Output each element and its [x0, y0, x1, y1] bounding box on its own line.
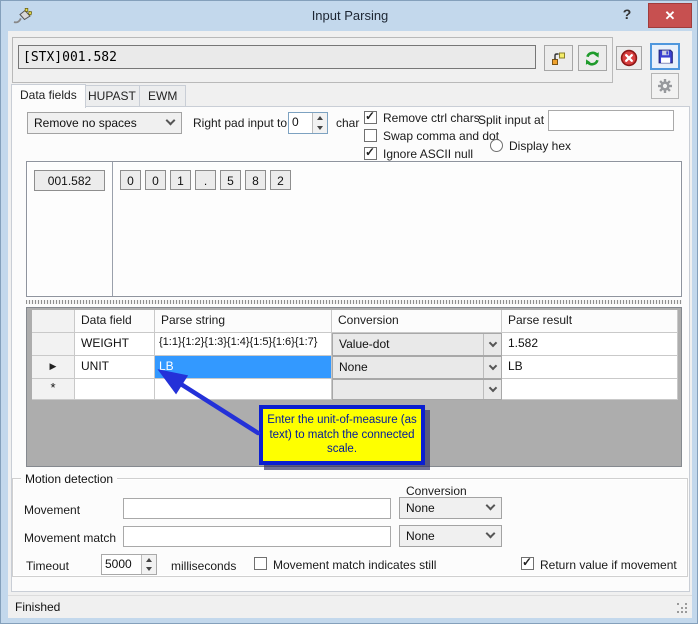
row-header[interactable] — [32, 333, 75, 356]
tab-ewm[interactable]: EWM — [139, 85, 187, 107]
gear-icon — [658, 79, 672, 93]
save-icon — [658, 49, 673, 64]
cell-parse-result[interactable] — [502, 379, 678, 400]
right-pad-label: Right pad input to — [193, 116, 288, 130]
motion-conversion-label: Conversion — [406, 484, 467, 498]
preview-divider — [112, 162, 113, 296]
cell-parse-result[interactable]: 1.582 — [502, 333, 678, 356]
ignore-ascii-null-label: Ignore ASCII null — [383, 147, 474, 161]
stepper-up-icon[interactable] — [313, 113, 327, 123]
refresh-icon — [585, 51, 599, 66]
tab-data-fields[interactable]: Data fields — [11, 84, 86, 108]
spaces-dropdown[interactable]: Remove no spaces — [27, 112, 182, 134]
column-header-data-field[interactable]: Data field — [75, 310, 155, 333]
timeout-label: Timeout — [26, 559, 69, 573]
check-icon: ✓ — [365, 109, 376, 123]
motion-detection-title: Motion detection — [21, 472, 118, 486]
cell-parse-string[interactable]: {1:1}{1:2}{1:3}{1:4}{1:5}{1:6}{1:7} — [155, 333, 332, 356]
parse-preview-panel: 001.582 0 0 1 . 5 8 2 — [26, 161, 682, 297]
spaces-dropdown-value: Remove no spaces — [34, 116, 137, 130]
resize-grip-icon[interactable] — [677, 603, 688, 614]
parse-transfer-button[interactable] — [544, 45, 573, 71]
char-button-4[interactable]: 5 — [220, 170, 241, 190]
milliseconds-label: milliseconds — [171, 559, 237, 573]
char-button-1[interactable]: 0 — [145, 170, 166, 190]
return-value-checkbox[interactable]: ✓ — [521, 555, 534, 570]
char-button-0[interactable]: 0 — [120, 170, 141, 190]
column-header-conversion[interactable]: Conversion — [332, 310, 502, 333]
movement-label: Movement — [24, 503, 81, 517]
input-parsing-window: Input Parsing ? ✕ [STX]001.582 Data fiel… — [0, 0, 698, 624]
split-input-field[interactable] — [548, 110, 674, 131]
column-header-parse-string[interactable]: Parse string — [155, 310, 332, 333]
movement-match-conversion-dropdown[interactable]: None — [399, 525, 502, 547]
cell-data-field[interactable] — [75, 379, 155, 400]
timeout-value: 5000 — [105, 557, 132, 571]
return-value-label: Return value if movement — [540, 558, 677, 572]
chevron-down-icon — [485, 528, 496, 539]
movement-still-checkbox[interactable]: ✓ — [254, 557, 267, 570]
movement-conversion-dropdown[interactable]: None — [399, 497, 502, 519]
settings-button[interactable] — [651, 73, 679, 99]
movement-match-label: Movement match — [24, 531, 117, 545]
help-button[interactable]: ? — [617, 6, 637, 26]
column-header-selector[interactable] — [32, 310, 75, 333]
current-row-indicator[interactable]: ▶ — [32, 356, 75, 379]
chevron-down-icon — [485, 500, 496, 511]
swap-comma-dot-label: Swap comma and dot — [383, 129, 500, 143]
char-button-5[interactable]: 8 — [245, 170, 266, 190]
display-hex-label: Display hex — [509, 139, 572, 153]
save-button[interactable] — [650, 43, 680, 70]
remove-ctrl-chars-label: Remove ctrl chars — [383, 111, 480, 125]
splitter-handle[interactable] — [26, 300, 682, 304]
title-bar[interactable]: Input Parsing ? ✕ — [1, 1, 697, 31]
refresh-button[interactable] — [578, 45, 607, 71]
cell-data-field[interactable]: UNIT — [75, 356, 155, 379]
new-row-indicator[interactable]: * — [32, 379, 75, 400]
close-button[interactable]: ✕ — [648, 3, 692, 28]
char-button-6[interactable]: 2 — [270, 170, 291, 190]
cell-parse-string-selected[interactable]: LB — [155, 356, 332, 379]
timeout-stepper[interactable]: 5000 — [101, 554, 157, 575]
stepper-down-icon[interactable] — [142, 564, 156, 574]
cell-parse-string[interactable] — [155, 379, 332, 400]
cell-parse-result[interactable]: LB — [502, 356, 678, 379]
cell-conversion-dropdown[interactable]: None — [332, 356, 502, 379]
tab-hupast[interactable]: HUPAST — [79, 85, 145, 107]
split-input-label: Split input at — [478, 113, 545, 127]
full-value-button[interactable]: 001.582 — [34, 170, 105, 191]
right-pad-value: 0 — [292, 115, 299, 129]
stepper-up-icon[interactable] — [142, 555, 156, 565]
raw-input-field[interactable] — [18, 45, 536, 69]
movement-field[interactable] — [123, 498, 391, 519]
chevron-down-icon — [165, 115, 176, 126]
stop-button[interactable] — [616, 46, 642, 70]
unit-tooltip: Enter the unit-of-measure (as text) to m… — [259, 405, 425, 466]
status-bar: Finished — [8, 595, 692, 618]
cell-conversion-dropdown[interactable]: Value-dot — [332, 333, 502, 356]
char-label: char — [336, 116, 360, 130]
cell-conversion-dropdown[interactable] — [332, 379, 502, 400]
stepper-down-icon[interactable] — [313, 123, 327, 133]
stop-icon — [620, 49, 638, 67]
char-button-3[interactable]: . — [195, 170, 216, 190]
transfer-icon — [552, 52, 565, 65]
window-title: Input Parsing — [311, 8, 389, 23]
swap-comma-dot-checkbox[interactable]: ✓ — [364, 129, 377, 142]
movement-match-field[interactable] — [123, 526, 391, 547]
ignore-ascii-null-checkbox[interactable]: ✓ — [364, 145, 377, 160]
column-header-parse-result[interactable]: Parse result — [502, 310, 678, 333]
remove-ctrl-chars-checkbox[interactable]: ✓ — [364, 109, 377, 124]
movement-still-label: Movement match indicates still — [273, 558, 437, 572]
status-text: Finished — [15, 600, 61, 614]
display-hex-radio[interactable] — [490, 139, 503, 152]
char-button-2[interactable]: 1 — [170, 170, 191, 190]
cell-data-field[interactable]: WEIGHT — [75, 333, 155, 356]
right-pad-stepper[interactable]: 0 — [288, 112, 328, 134]
